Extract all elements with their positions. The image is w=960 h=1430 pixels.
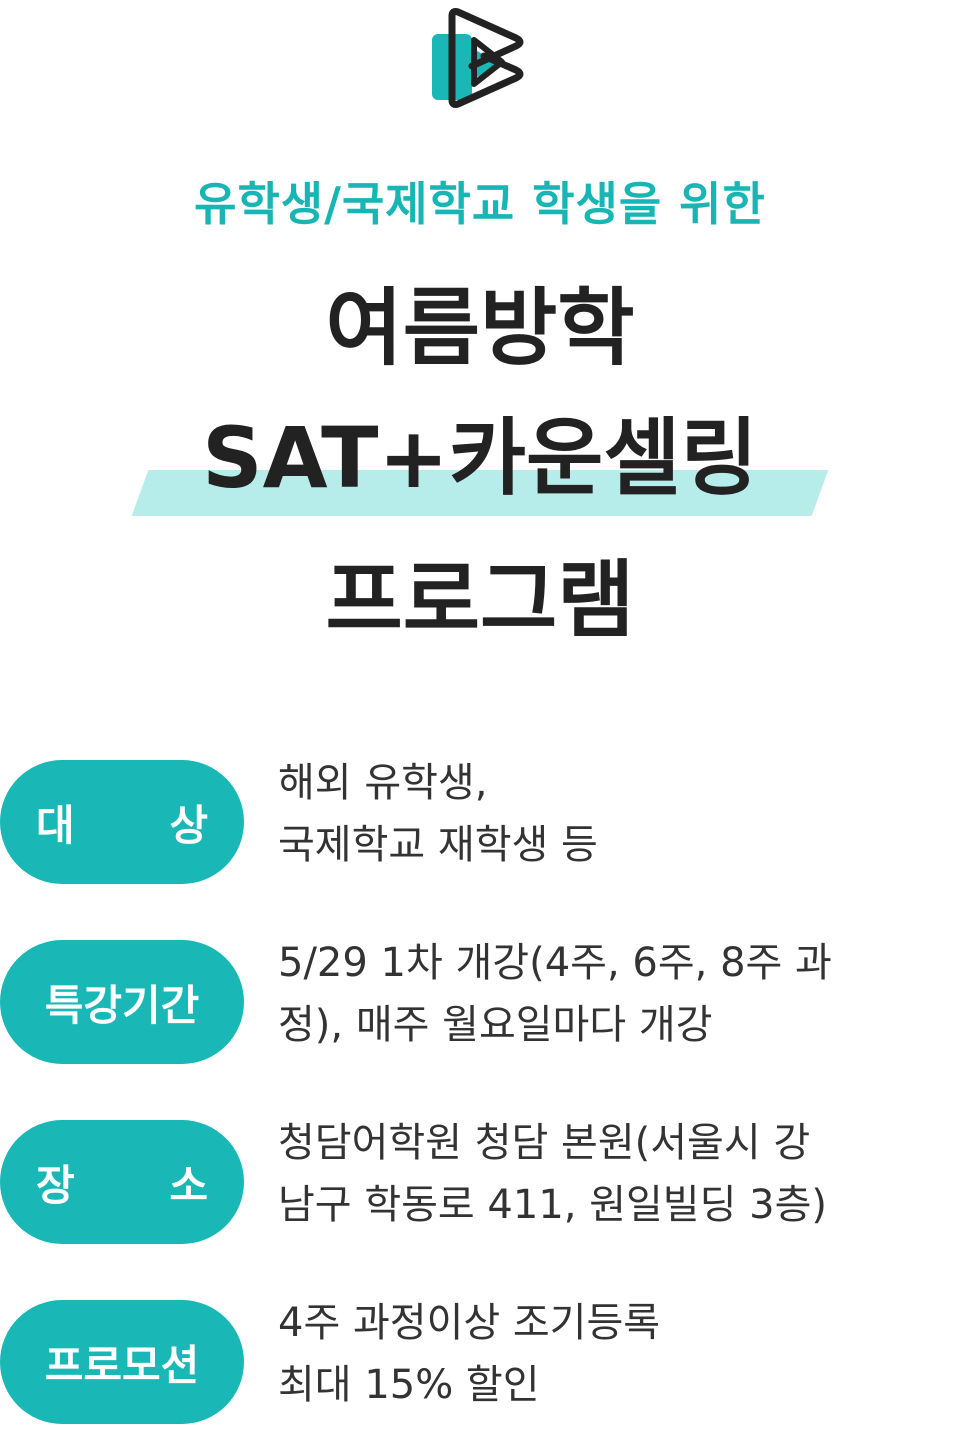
info-row-target: 대 상 해외 유학생, 국제학교 재학생 등 <box>0 760 960 890</box>
target-badge-char-1: 대 <box>36 800 75 850</box>
target-line-1: 해외 유학생, <box>278 760 488 806</box>
location-badge-char-1: 장 <box>36 1160 75 1210</box>
target-badge-char-2: 상 <box>169 800 208 850</box>
location-description: 청담어학원 청담 본원(서울시 강 남구 학동로 411, 원일빌딩 3층) <box>278 1112 948 1236</box>
location-badge: 장 소 <box>0 1120 244 1244</box>
period-line-2: 정), 매주 월요일마다 개강 <box>278 1002 713 1048</box>
target-badge: 대 상 <box>0 760 244 884</box>
period-description: 5/29 1차 개강(4주, 6주, 8주 과 정), 매주 월요일마다 개강 <box>278 932 948 1056</box>
target-description: 해외 유학생, 국제학교 재학생 등 <box>278 752 948 876</box>
program-title-line-2: SAT+카운셀링 <box>202 409 758 507</box>
target-line-2: 국제학교 재학생 등 <box>278 822 598 868</box>
location-line-2: 남구 학동로 411, 원일빌딩 3층) <box>278 1182 827 1228</box>
location-line-1: 청담어학원 청담 본원(서울시 강 <box>278 1120 811 1166</box>
period-badge: 특강기간 <box>0 940 244 1064</box>
promotion-description: 4주 과정이상 조기등록 최대 15% 할인 <box>278 1292 948 1416</box>
info-row-promotion: 프로모션 4주 과정이상 조기등록 최대 15% 할인 <box>0 1300 960 1430</box>
location-badge-char-2: 소 <box>169 1160 208 1210</box>
promotion-line-2: 최대 15% 할인 <box>278 1362 540 1408</box>
play-logo-icon <box>428 4 532 112</box>
promotion-badge: 프로모션 <box>0 1300 244 1424</box>
info-row-period: 특강기간 5/29 1차 개강(4주, 6주, 8주 과 정), 매주 월요일마… <box>0 940 960 1070</box>
program-subtitle: 유학생/국제학교 학생을 위한 <box>194 177 766 231</box>
promotion-line-1: 4주 과정이상 조기등록 <box>278 1300 661 1346</box>
info-row-location: 장 소 청담어학원 청담 본원(서울시 강 남구 학동로 411, 원일빌딩 3… <box>0 1120 960 1250</box>
period-line-1: 5/29 1차 개강(4주, 6주, 8주 과 <box>278 940 832 986</box>
program-title-line-3: 프로그램 <box>325 551 635 649</box>
program-title-line-1: 여름방학 <box>325 279 635 377</box>
